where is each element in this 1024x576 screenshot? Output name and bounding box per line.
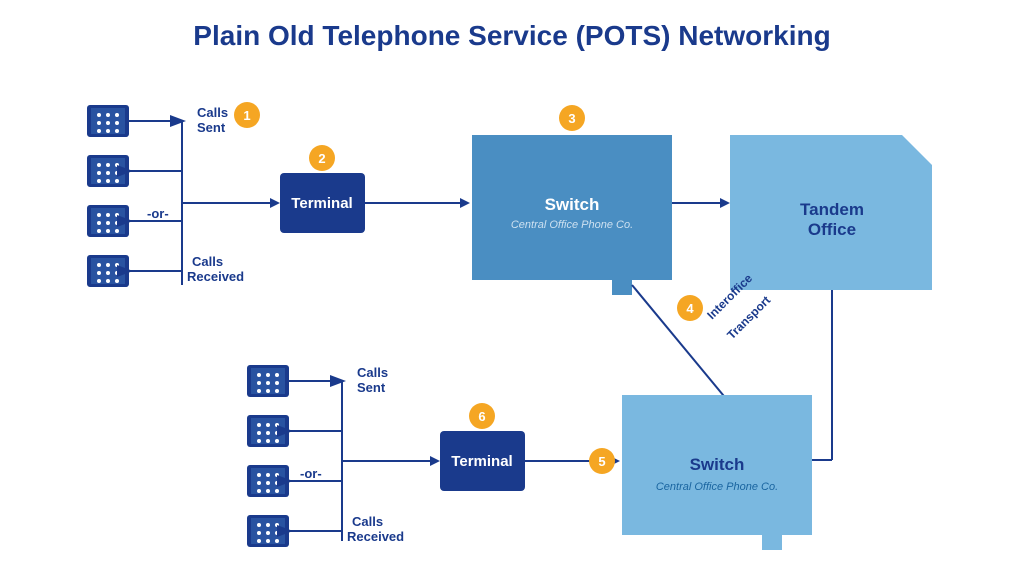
slide: Plain Old Telephone Service (POTS) Netwo… <box>0 0 1024 576</box>
svg-text:3: 3 <box>568 111 575 126</box>
svg-text:Central Office Phone Co.: Central Office Phone Co. <box>656 481 778 493</box>
diagram: Calls Sent -or- Calls Received 1 Termina… <box>30 70 994 560</box>
svg-text:-or-: -or- <box>300 466 322 481</box>
svg-text:Tandem: Tandem <box>800 200 864 219</box>
svg-text:Received: Received <box>187 269 244 284</box>
svg-text:-or-: -or- <box>147 206 169 221</box>
svg-text:2: 2 <box>318 151 325 166</box>
svg-text:Calls: Calls <box>192 254 223 269</box>
svg-text:Switch: Switch <box>545 195 600 214</box>
svg-text:Office: Office <box>808 220 856 239</box>
svg-text:Received: Received <box>347 529 404 544</box>
svg-text:Terminal: Terminal <box>291 195 352 212</box>
svg-text:Calls: Calls <box>352 514 383 529</box>
svg-text:Central Office Phone Co.: Central Office Phone Co. <box>511 219 633 231</box>
svg-text:Transport: Transport <box>724 293 773 342</box>
svg-text:Interoffice: Interoffice <box>704 271 755 322</box>
page-title: Plain Old Telephone Service (POTS) Netwo… <box>30 20 994 52</box>
svg-text:4: 4 <box>686 301 694 316</box>
svg-text:6: 6 <box>478 409 485 424</box>
svg-text:Calls: Calls <box>357 365 388 380</box>
svg-text:Sent: Sent <box>357 380 386 395</box>
svg-text:5: 5 <box>598 454 605 469</box>
svg-text:1: 1 <box>243 108 250 123</box>
svg-text:Calls: Calls <box>197 105 228 120</box>
svg-text:Terminal: Terminal <box>451 453 512 470</box>
svg-text:Switch: Switch <box>690 455 745 474</box>
svg-text:Sent: Sent <box>197 120 226 135</box>
